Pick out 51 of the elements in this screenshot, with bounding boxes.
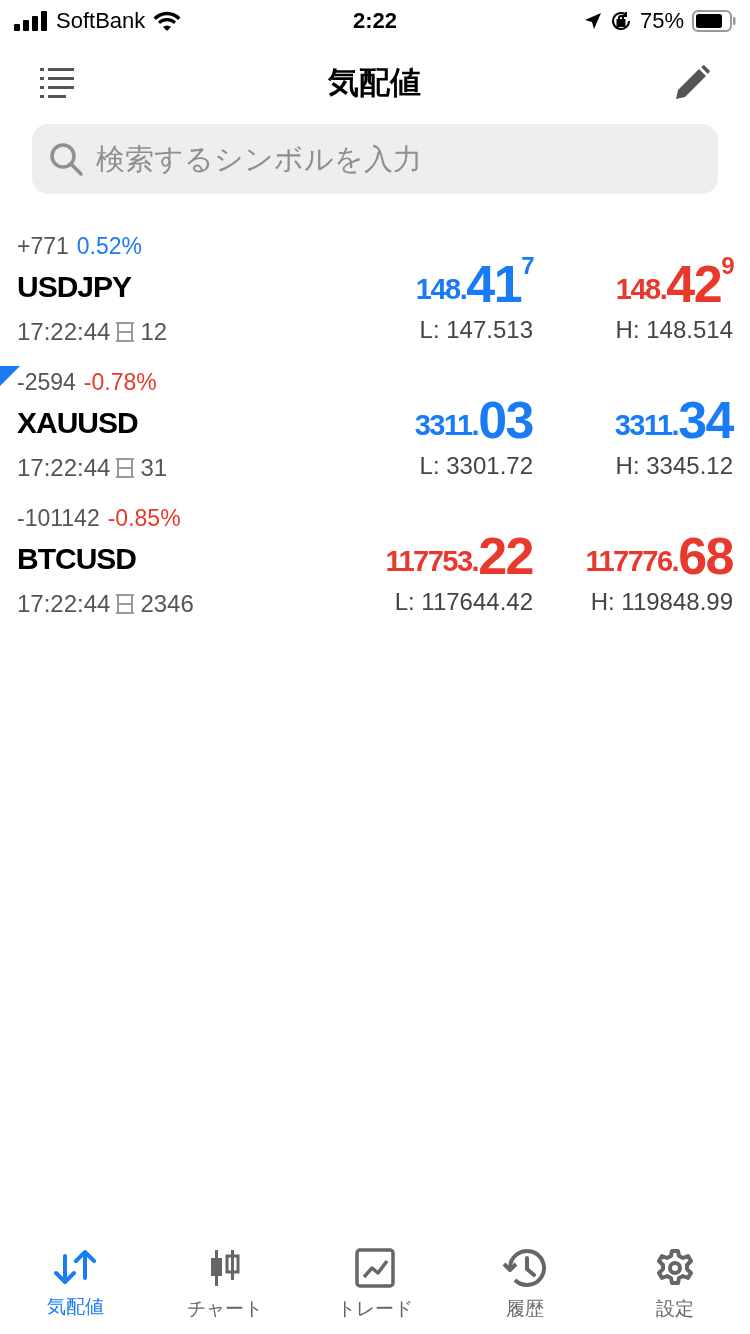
quote-time: 17:22:44 <box>17 590 111 618</box>
ask-price[interactable]: 3311.34 <box>614 366 733 446</box>
candlestick-icon <box>210 1248 240 1288</box>
bid-price[interactable]: 117753.22 <box>385 502 533 582</box>
spread-icon <box>114 458 137 478</box>
symbol-name[interactable]: BTCUSD <box>17 542 136 576</box>
symbol-name[interactable]: USDJPY <box>17 270 132 304</box>
battery-icon <box>692 10 736 32</box>
spread-value: 12 <box>140 318 168 346</box>
search-field[interactable]: 検索するシンボルを入力 <box>32 124 718 194</box>
low-price: L: 147.513 <box>419 315 533 345</box>
change-percent: -0.78% <box>83 368 157 396</box>
spread-icon <box>114 594 137 614</box>
quote-time: 17:22:44 <box>17 318 111 346</box>
signal-icon <box>14 11 48 31</box>
arrows-icon <box>53 1248 97 1286</box>
high-price: H: 3345.12 <box>615 451 733 481</box>
spread-value: 31 <box>140 454 168 482</box>
tab-button[interactable]: 気配値 <box>0 1230 150 1334</box>
pencil-icon[interactable] <box>674 65 710 101</box>
change-percent: 0.52% <box>76 232 143 260</box>
rotation-lock-icon <box>609 10 632 32</box>
carrier-name: SoftBank <box>56 8 146 34</box>
symbol-name[interactable]: XAUUSD <box>17 406 138 440</box>
battery-percent: 75% <box>639 8 684 34</box>
change-points: -101142 <box>17 504 100 532</box>
ask-price[interactable]: 117776.68 <box>585 502 733 582</box>
settings-icon <box>655 1248 695 1288</box>
tab-button[interactable]: 履歴 <box>450 1230 600 1334</box>
tab-button[interactable]: トレード <box>300 1230 450 1334</box>
change-points: -2594 <box>17 368 76 396</box>
line-chart-icon <box>355 1248 395 1288</box>
bid-price[interactable]: 3311.03 <box>414 366 533 446</box>
history-icon <box>502 1248 548 1288</box>
high-price: H: 148.514 <box>615 315 733 345</box>
spread-value: 2346 <box>140 590 194 618</box>
tab-button[interactable]: 設定 <box>600 1230 750 1334</box>
tab-button[interactable]: チャート <box>150 1230 300 1334</box>
high-price: H: 119848.99 <box>590 587 733 617</box>
search-icon <box>48 141 84 177</box>
wifi-icon <box>153 11 182 31</box>
list-icon[interactable] <box>40 68 74 98</box>
screen-title: 気配値 <box>327 64 421 102</box>
quote-time: 17:22:44 <box>17 454 111 482</box>
change-percent: -0.85% <box>107 504 181 532</box>
change-points: +771 <box>17 232 69 260</box>
clock-time: 2:22 <box>352 8 397 34</box>
spread-icon <box>114 322 137 342</box>
location-arrow-icon <box>583 12 602 30</box>
low-price: L: 3301.72 <box>419 451 533 481</box>
low-price: L: 117644.42 <box>394 587 533 617</box>
